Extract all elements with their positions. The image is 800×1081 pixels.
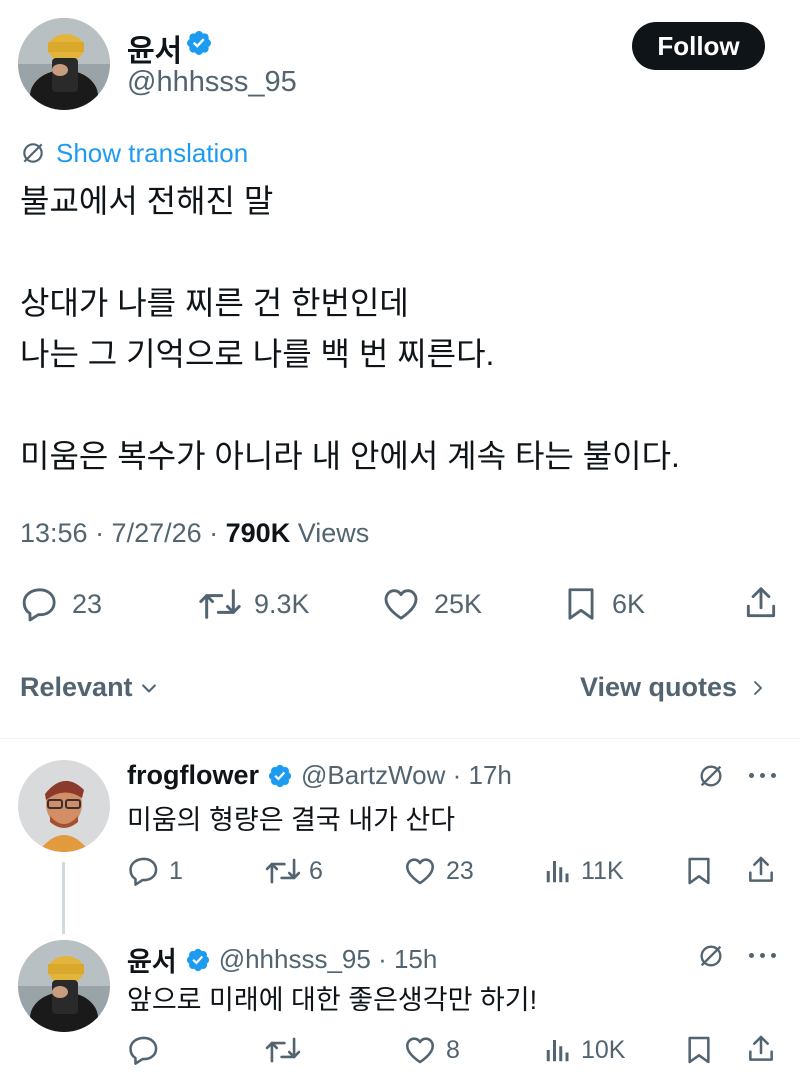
author-avatar[interactable] — [18, 18, 110, 110]
translate-globe-icon — [20, 140, 46, 166]
chevron-down-icon — [141, 683, 156, 692]
reply-views-count: 10K — [581, 1035, 626, 1064]
reply-handle-time[interactable]: @BartzWow · 17h — [301, 760, 512, 791]
analytics-icon — [546, 861, 569, 883]
reply-reply-count: 1 — [169, 856, 183, 885]
reply-like-count: 23 — [446, 856, 474, 885]
reply-bookmark-icon[interactable] — [683, 854, 715, 888]
grok-icon[interactable] — [697, 762, 725, 790]
reply-text: 앞으로 미래에 대한 좋은생각만 하기! — [127, 985, 538, 1015]
show-translation-link[interactable]: Show translation — [56, 138, 248, 169]
like-button[interactable]: 25K — [380, 584, 482, 624]
bookmark-icon — [568, 588, 594, 620]
heart-icon — [384, 589, 418, 620]
reply-author-name[interactable]: 윤서 — [127, 940, 177, 979]
author-handle[interactable]: @hhhsss_95 — [127, 66, 297, 99]
share-icon[interactable] — [742, 583, 780, 623]
thread-line — [62, 862, 65, 934]
heart-icon — [405, 1037, 435, 1064]
repost-icon — [199, 589, 241, 619]
reply-handle-time[interactable]: @hhhsss_95 · 15h — [219, 944, 438, 975]
post-meta: 13:56 · 7/27/26 · 790K Views — [20, 518, 369, 549]
reply-header: frogflower @BartzWow · 17h — [127, 760, 512, 791]
view-quotes-label: View quotes — [580, 672, 738, 702]
view-quotes-link[interactable]: View quotes — [580, 672, 767, 703]
views-count: 790K — [225, 518, 291, 548]
repost-icon — [265, 1037, 301, 1063]
more-options-icon[interactable] — [749, 773, 776, 778]
reply-count: 23 — [72, 588, 103, 619]
reply-like-button[interactable]: 23 — [402, 854, 474, 888]
repost-icon — [265, 858, 301, 884]
reply-views-button[interactable]: 10K — [543, 1033, 625, 1067]
bookmark-count: 6K — [612, 588, 646, 619]
reply-icon — [22, 588, 56, 622]
reply-reply-button[interactable]: 1 — [127, 854, 183, 888]
reply-views-button[interactable]: 11K — [543, 854, 624, 888]
reply-repost-button[interactable]: 6 — [265, 854, 323, 888]
views-label: Views — [290, 518, 370, 548]
grok-icon[interactable] — [697, 942, 725, 970]
reply-header: 윤서 @hhhsss_95 · 15h — [127, 940, 437, 979]
verified-badge-icon — [186, 948, 209, 971]
follow-button[interactable]: Follow — [632, 22, 765, 70]
section-divider — [0, 738, 800, 739]
post-time[interactable]: 13:56 · 7/27/26 · — [20, 518, 226, 548]
more-options-icon[interactable] — [749, 953, 776, 958]
repost-count: 9.3K — [254, 588, 310, 619]
verified-badge-icon — [185, 29, 213, 57]
reply-icon — [129, 1036, 158, 1065]
reply-repost-button[interactable] — [265, 1033, 309, 1067]
reply-views-count: 11K — [581, 856, 624, 885]
reply-like-button[interactable]: 8 — [402, 1033, 460, 1067]
sort-label: Relevant — [20, 672, 133, 702]
reply-button[interactable]: 23 — [20, 584, 102, 624]
reply-avatar[interactable] — [18, 760, 110, 852]
analytics-icon — [546, 1040, 569, 1062]
verified-badge-icon — [268, 764, 292, 787]
sort-dropdown[interactable]: Relevant — [20, 672, 159, 703]
reply-repost-count: 6 — [309, 856, 323, 885]
post-body: 불교에서 전해진 말 상대가 나를 찌른 건 한번인데 나는 그 기억으로 나를… — [20, 183, 680, 474]
reply-reply-button[interactable] — [127, 1033, 169, 1067]
reply-icon — [129, 857, 158, 886]
author-name[interactable]: 윤서 — [127, 26, 182, 70]
chevron-right-icon — [754, 680, 762, 695]
reply-share-icon[interactable] — [745, 1032, 777, 1066]
reply-bookmark-icon[interactable] — [683, 1033, 715, 1067]
reply-avatar[interactable] — [18, 940, 110, 1032]
reply-share-icon[interactable] — [745, 853, 777, 887]
bookmark-button[interactable]: 6K — [562, 584, 645, 624]
like-count: 25K — [434, 588, 483, 619]
reply-like-count: 8 — [446, 1035, 460, 1064]
heart-icon — [405, 858, 435, 885]
reply-author-name[interactable]: frogflower — [127, 760, 259, 791]
repost-button[interactable]: 9.3K — [198, 584, 310, 624]
reply-text: 미움의 형량은 결국 내가 산다 — [127, 805, 456, 835]
